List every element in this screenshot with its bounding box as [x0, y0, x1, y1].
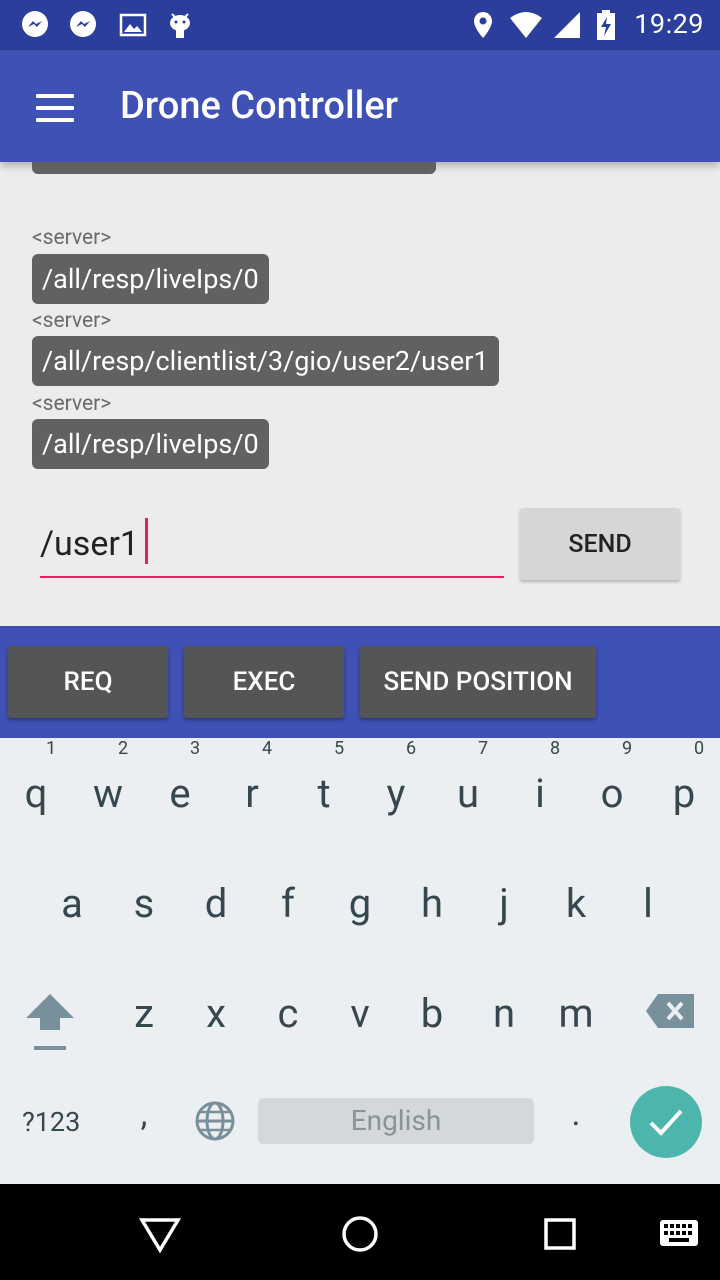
keyboard-switch-icon[interactable]: [656, 1212, 702, 1256]
app-bar: Drone Controller: [0, 50, 720, 162]
action-bar: REQ EXEC SEND POSITION: [0, 626, 720, 738]
spacebar[interactable]: English: [258, 1098, 534, 1144]
text-caret: [145, 518, 148, 564]
android-icon: [170, 13, 190, 38]
key-r[interactable]: r4: [216, 738, 288, 817]
key-s[interactable]: s: [108, 880, 180, 927]
key-c[interactable]: c: [252, 990, 324, 1037]
message-sender: <server>: [32, 226, 112, 250]
message-sender: <server>: [32, 309, 112, 333]
status-bar: 19:29: [0, 0, 720, 50]
key-h[interactable]: h: [396, 880, 468, 927]
key-o[interactable]: o9: [576, 738, 648, 817]
recents-icon[interactable]: [538, 1212, 582, 1256]
message-sender: <server>: [32, 392, 112, 416]
key-f[interactable]: f: [252, 880, 324, 927]
period-key[interactable]: .: [540, 1094, 612, 1134]
key-y[interactable]: y6: [360, 738, 432, 817]
message-bubble-partial: [32, 162, 436, 174]
symbols-key[interactable]: ?123: [22, 1106, 80, 1138]
message-input[interactable]: [40, 512, 504, 578]
wifi-icon: [510, 12, 542, 38]
backspace-icon[interactable]: [644, 992, 696, 1030]
hamburger-menu-icon[interactable]: [36, 94, 76, 122]
navigation-bar: [0, 1184, 720, 1280]
message-bubble: /all/resp/liveIps/0: [32, 419, 269, 469]
key-j[interactable]: j: [468, 880, 540, 927]
message-list[interactable]: <server> /all/resp/liveIps/0 <server> /a…: [0, 162, 720, 487]
signal-icon: [554, 12, 580, 38]
location-icon: [474, 12, 492, 38]
checkmark-icon: [649, 1109, 683, 1136]
home-icon[interactable]: [338, 1212, 382, 1256]
key-l[interactable]: l: [612, 880, 684, 927]
globe-icon[interactable]: [194, 1100, 236, 1142]
key-i[interactable]: i8: [504, 738, 576, 817]
key-b[interactable]: b: [396, 990, 468, 1037]
key-t[interactable]: t5: [288, 738, 360, 817]
key-n[interactable]: n: [468, 990, 540, 1037]
key-m[interactable]: m: [540, 990, 612, 1037]
done-key[interactable]: [630, 1086, 702, 1158]
battery-charging-icon: [597, 10, 615, 40]
message-bubble: /all/resp/liveIps/0: [32, 254, 269, 304]
soft-keyboard: q1 w2 e3 r4 t5 y6 u7 i8 o9 p0 a s d f g …: [0, 738, 720, 1184]
message-bubble: /all/resp/clientlist/3/gio/user2/user1: [32, 336, 499, 386]
key-k[interactable]: k: [540, 880, 612, 927]
key-p[interactable]: p0: [648, 738, 720, 817]
app-title: Drone Controller: [120, 84, 399, 128]
send-button[interactable]: SEND: [520, 508, 680, 580]
key-u[interactable]: u7: [432, 738, 504, 817]
key-q[interactable]: q1: [0, 738, 72, 817]
send-position-button[interactable]: SEND POSITION: [360, 646, 596, 718]
exec-button[interactable]: EXEC: [184, 646, 344, 718]
req-button[interactable]: REQ: [8, 646, 168, 718]
key-g[interactable]: g: [324, 880, 396, 927]
key-a[interactable]: a: [36, 880, 108, 927]
clock: 19:29: [634, 8, 704, 40]
back-icon[interactable]: [138, 1212, 182, 1256]
comma-key[interactable]: ,: [108, 1094, 180, 1134]
image-icon: [119, 13, 147, 37]
key-z[interactable]: z: [108, 990, 180, 1037]
messenger-icon: [70, 11, 96, 37]
messenger-icon: [22, 11, 48, 37]
shift-icon[interactable]: [22, 990, 78, 1054]
key-d[interactable]: d: [180, 880, 252, 927]
key-v[interactable]: v: [324, 990, 396, 1037]
key-w[interactable]: w2: [72, 738, 144, 817]
key-x[interactable]: x: [180, 990, 252, 1037]
key-e[interactable]: e3: [144, 738, 216, 817]
